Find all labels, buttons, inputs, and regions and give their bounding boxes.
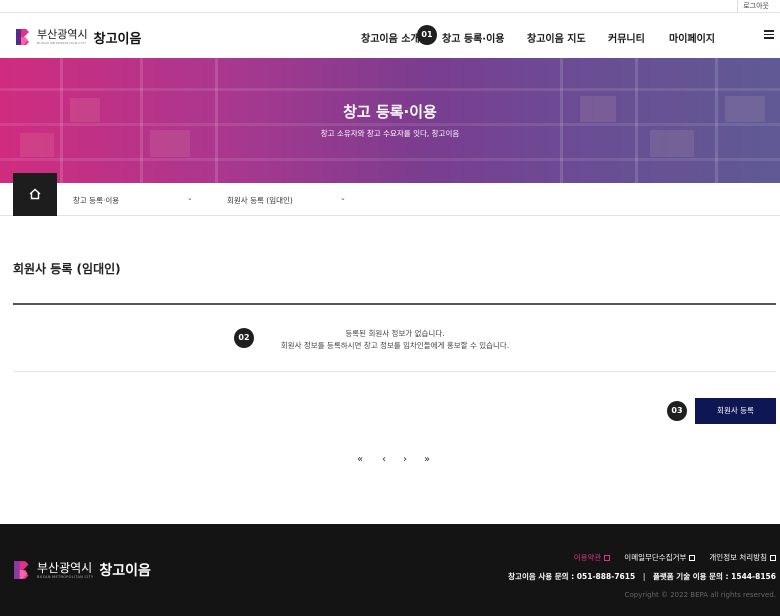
empty-message-line2: 회원사 정보를 등록하시면 창고 정보를 임차인들에게 홍보할 수 있습니다. <box>280 341 510 350</box>
hero-banner: 창고 등록·이용 창고 소유자와 창고 수요자를 잇다, 창고이음 <box>0 58 780 183</box>
page-title: 회원사 등록 (임대인) <box>13 262 121 276</box>
chevron-down-icon[interactable]: ⌄ <box>340 194 346 202</box>
marker-03: 03 <box>667 401 687 421</box>
contact-usage: 창고이음 사용 문의 : 051-888-7615 <box>508 572 636 581</box>
footer: 부산광역시 BUSAN METROPOLITAN CITY 창고이음 이용약관 … <box>0 524 780 616</box>
register-member-button[interactable]: 회원사 등록 <box>695 398 776 424</box>
hero-title: 창고 등록·이용 <box>343 103 437 121</box>
nav-item-register[interactable]: 창고 등록·이용 <box>442 30 504 45</box>
footer-contact: 창고이음 사용 문의 : 051-888-7615 | 플랫폼 기술 이용 문의… <box>508 571 776 582</box>
copyright: Copyright © 2022 BEPA all rights reserve… <box>624 591 776 599</box>
empty-message-line1: 등록된 회원사 정보가 없습니다. <box>345 329 445 338</box>
location-select-submenu[interactable]: 회원사 등록 (임대인) <box>227 195 293 206</box>
external-link-icon <box>689 554 696 561</box>
pagination-first[interactable]: « <box>357 454 363 465</box>
footer-link-email-policy[interactable]: 이메일무단수집거부 <box>624 552 696 563</box>
footer-logo: 부산광역시 BUSAN METROPOLITAN CITY 창고이음 <box>13 560 151 580</box>
logout-link[interactable]: 로그아웃 <box>737 0 774 12</box>
title-divider <box>13 303 776 305</box>
marker-01: 01 <box>417 25 437 45</box>
home-icon <box>29 188 41 200</box>
external-link-icon <box>770 554 776 561</box>
marker-02: 02 <box>234 328 254 348</box>
page: 로그아웃 부산광역시 BUSAN METROPOLITAN CITY 창고이음 … <box>0 0 780 616</box>
footer-link-terms-label: 이용약관 <box>573 553 602 562</box>
pagination-next[interactable]: › <box>403 454 407 465</box>
site-logo[interactable]: 부산광역시 BUSAN METROPOLITAN CITY 창고이음 <box>15 28 142 47</box>
footer-logo-text: 부산광역시 BUSAN METROPOLITAN CITY <box>37 562 93 579</box>
hamburger-icon[interactable] <box>764 30 774 39</box>
footer-logo-name: 창고이음 <box>99 563 151 579</box>
logo-mark-icon <box>15 28 33 46</box>
footer-links: 이용약관 이메일무단수집거부 개인정보 처리방침 <box>560 552 776 563</box>
location-bar: 창고 등록·이용 ⌄ 회원사 등록 (임대인) ⌄ <box>0 173 780 216</box>
pagination-prev[interactable]: ‹ <box>382 454 386 465</box>
external-link-icon <box>604 554 611 561</box>
footer-logo-mark-icon <box>13 560 33 580</box>
logo-en: BUSAN METROPOLITAN CITY <box>37 41 87 45</box>
footer-link-terms[interactable]: 이용약관 <box>574 552 611 563</box>
logo-name: 창고이음 <box>93 31 142 47</box>
footer-link-privacy[interactable]: 개인정보 처리방침 <box>709 552 776 563</box>
logo-text-group: 부산광역시 BUSAN METROPOLITAN CITY <box>37 29 88 45</box>
footer-logo-city: 부산광역시 <box>37 560 93 575</box>
footer-logo-en: BUSAN METROPOLITAN CITY <box>37 574 94 579</box>
utility-bar: 로그아웃 <box>0 0 780 13</box>
footer-link-email-label: 이메일무단수집거부 <box>624 553 687 562</box>
header: 부산광역시 BUSAN METROPOLITAN CITY 창고이음 창고이음 … <box>0 13 780 58</box>
pagination-last[interactable]: » <box>424 454 430 465</box>
contact-separator: | <box>642 572 646 581</box>
list-divider <box>13 371 776 372</box>
nav-item-map[interactable]: 창고이음 지도 <box>527 30 586 45</box>
nav-item-mypage[interactable]: 마이페이지 <box>669 30 715 45</box>
nav-item-intro[interactable]: 창고이음 소개 <box>361 30 420 45</box>
nav-item-community[interactable]: 커뮤니티 <box>608 30 645 45</box>
footer-link-privacy-label: 개인정보 처리방침 <box>709 553 767 562</box>
location-select-menu[interactable]: 창고 등록·이용 <box>73 195 119 206</box>
chevron-down-icon[interactable]: ⌄ <box>187 194 193 202</box>
home-button[interactable] <box>13 173 57 216</box>
contact-platform: 플랫폼 기술 이용 문의 : 1544-8156 <box>652 572 776 581</box>
hero-subtitle: 창고 소유자와 창고 수요자를 잇다, 창고이음 <box>320 129 460 138</box>
logo-city: 부산광역시 <box>37 28 88 41</box>
